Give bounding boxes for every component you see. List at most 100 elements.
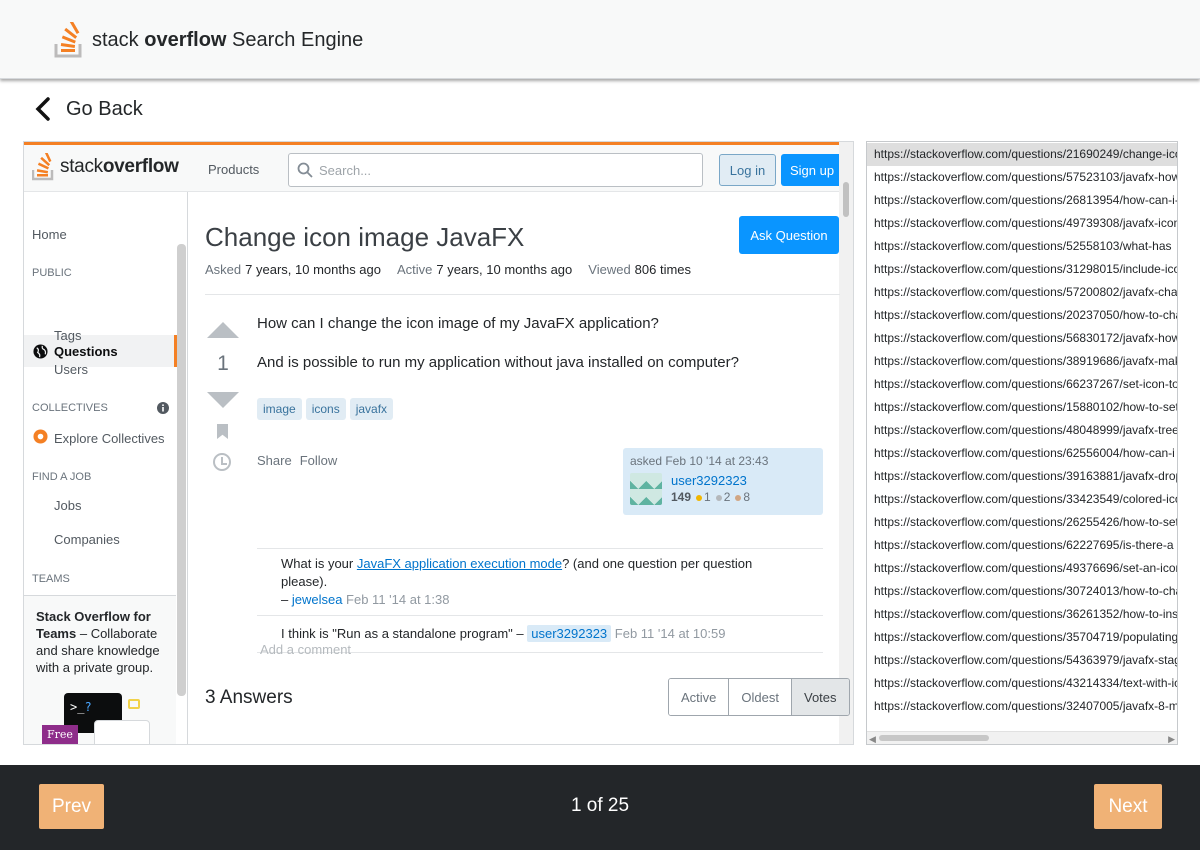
add-comment-link[interactable]: Add a comment [260, 642, 351, 657]
comment-user-link[interactable]: user3292323 [527, 625, 612, 642]
page-scrollbar[interactable] [839, 142, 853, 744]
silver-badge-icon [715, 494, 722, 501]
tag-image[interactable]: image [257, 398, 302, 420]
sidebar-item-questions[interactable]: Questions [24, 335, 177, 367]
tag-list: image icons javafx [257, 398, 394, 420]
page-indicator: 1 of 25 [570, 795, 630, 816]
app-logo[interactable]: stack overflow Search Engine [54, 22, 363, 58]
question-actions: Share Follow [257, 453, 337, 468]
downvote-arrow-icon[interactable] [207, 392, 239, 408]
viewed-key: Viewed [588, 262, 631, 277]
sidebar-item-explore-collectives[interactable]: Explore Collectives [54, 431, 165, 446]
comment-date: Feb 11 '14 at 1:38 [342, 592, 450, 607]
chevron-left-icon [35, 97, 50, 121]
sidebar-section-find-job: FIND A JOB [32, 471, 92, 483]
url-list-item[interactable]: https://stackoverflow.com/questions/3891… [867, 350, 1177, 373]
question-meta: Asked 7 years, 10 months ago Active 7 year… [205, 262, 691, 277]
url-list-item[interactable]: https://stackoverflow.com/questions/2625… [867, 511, 1177, 534]
scroll-left-icon[interactable]: ◀ [869, 734, 876, 744]
user-name-link[interactable]: user3292323 [671, 473, 750, 488]
answers-count: 3 Answers [205, 687, 293, 708]
url-list-item[interactable]: https://stackoverflow.com/questions/6222… [867, 534, 1177, 557]
history-icon[interactable] [213, 453, 231, 471]
url-list-item[interactable]: https://stackoverflow.com/questions/2023… [867, 304, 1177, 327]
sidebar-item-users[interactable]: Users [54, 362, 88, 377]
sidebar-item-home[interactable]: Home [32, 227, 67, 242]
url-list-item[interactable]: https://stackoverflow.com/questions/6623… [867, 373, 1177, 396]
signup-button[interactable]: Sign up [781, 154, 843, 186]
url-list-item[interactable]: https://stackoverflow.com/questions/3342… [867, 488, 1177, 511]
scroll-right-icon[interactable]: ▶ [1168, 734, 1175, 744]
follow-link[interactable]: Follow [300, 453, 338, 468]
teams-promo[interactable]: Stack Overflow for Teams – Collaborate a… [24, 595, 176, 744]
sidebar-item-jobs[interactable]: Jobs [54, 498, 81, 513]
sidebar-scrollbar[interactable] [177, 244, 186, 696]
ask-question-button[interactable]: Ask Question [739, 216, 839, 254]
url-list-item[interactable]: https://stackoverflow.com/questions/3916… [867, 465, 1177, 488]
card-illustration-icon [94, 720, 150, 744]
asked-value: 7 years, 10 months ago [245, 262, 381, 277]
bookmark-icon[interactable] [217, 424, 228, 439]
comment-date: Feb 11 '14 at 10:59 [611, 626, 726, 641]
url-list-item[interactable]: https://stackoverflow.com/questions/4804… [867, 419, 1177, 442]
user-reputation: 149 1 2 8 [671, 490, 751, 504]
asked-timestamp: asked Feb 10 '14 at 23:43 [630, 454, 769, 468]
url-list-item[interactable]: https://stackoverflow.com/questions/4937… [867, 557, 1177, 580]
tag-javafx[interactable]: javafx [349, 398, 394, 420]
url-list-item[interactable]: https://stackoverflow.com/questions/3129… [867, 258, 1177, 281]
url-list-item[interactable]: https://stackoverflow.com/questions/2169… [867, 143, 1177, 166]
go-back-button[interactable]: Go Back [34, 97, 143, 121]
gold-badge-icon [696, 494, 703, 501]
horizontal-scrollbar[interactable]: ◀ ▶ [867, 731, 1177, 744]
bronze-badge-icon [735, 494, 742, 501]
so-search-input[interactable]: Search... [288, 153, 703, 187]
page-scrollbar-thumb[interactable] [843, 182, 849, 217]
comment-user-link[interactable]: jewelsea [292, 592, 343, 607]
prev-button[interactable]: Prev [39, 784, 104, 829]
sort-votes-button[interactable]: Votes [791, 679, 849, 715]
vote-count: 1 [217, 352, 229, 375]
url-list-item[interactable]: https://stackoverflow.com/questions/3570… [867, 626, 1177, 649]
url-list-item[interactable]: https://stackoverflow.com/questions/5720… [867, 281, 1177, 304]
so-logo[interactable]: stackoverflow [32, 153, 179, 181]
login-button[interactable]: Log in [719, 154, 776, 186]
active-value: 7 years, 10 months ago [436, 262, 573, 277]
info-icon[interactable] [157, 402, 169, 414]
url-list-item[interactable]: https://stackoverflow.com/questions/1588… [867, 396, 1177, 419]
next-button[interactable]: Next [1094, 784, 1162, 829]
url-list-item[interactable]: https://stackoverflow.com/questions/4321… [867, 672, 1177, 695]
avatar[interactable] [630, 473, 662, 505]
url-list-item[interactable]: https://stackoverflow.com/questions/5255… [867, 235, 1177, 258]
upvote-arrow-icon[interactable] [207, 322, 239, 338]
sort-active-button[interactable]: Active [669, 679, 730, 715]
sort-oldest-button[interactable]: Oldest [729, 679, 792, 715]
url-list-item[interactable]: https://stackoverflow.com/questions/5683… [867, 327, 1177, 350]
answer-sort-tabs: Active Oldest Votes [668, 678, 850, 716]
url-list-item[interactable]: https://stackoverflow.com/questions/3626… [867, 603, 1177, 626]
url-list: https://stackoverflow.com/questions/2169… [867, 143, 1177, 718]
question-body-paragraph: How can I change the icon image of my Ja… [257, 315, 659, 332]
sidebar-section-public: PUBLIC [32, 267, 72, 279]
url-list-item[interactable]: https://stackoverflow.com/questions/5436… [867, 649, 1177, 672]
horizontal-scrollbar-thumb[interactable] [879, 735, 989, 741]
sidebar-item-tags[interactable]: Tags [54, 328, 81, 343]
tag-icons[interactable]: icons [305, 398, 346, 420]
url-list-item[interactable]: https://stackoverflow.com/questions/4973… [867, 212, 1177, 235]
question-body-paragraph: And is possible to run my application wi… [257, 354, 739, 371]
question-body: How can I change the icon image of my Ja… [257, 314, 739, 392]
url-list-item[interactable]: https://stackoverflow.com/questions/6255… [867, 442, 1177, 465]
app-logo-text: stack overflow Search Engine [92, 28, 364, 51]
url-list-item[interactable]: https://stackoverflow.com/questions/3072… [867, 580, 1177, 603]
sidebar-item-companies[interactable]: Companies [54, 532, 120, 547]
share-link[interactable]: Share [257, 453, 292, 468]
url-list-panel: https://stackoverflow.com/questions/2169… [866, 141, 1178, 745]
url-list-item[interactable]: https://stackoverflow.com/questions/5752… [867, 166, 1177, 189]
url-list-item[interactable]: https://stackoverflow.com/questions/2681… [867, 189, 1177, 212]
stack-overflow-small-logo-icon [32, 153, 54, 181]
page-preview: stackoverflow Products Search... Log in … [23, 141, 854, 745]
url-list-item[interactable]: https://stackoverflow.com/questions/3240… [867, 695, 1177, 718]
so-topbar: stackoverflow Products Search... Log in … [24, 142, 853, 192]
sidebar-section-collectives: COLLECTIVES [32, 402, 108, 414]
comment-link[interactable]: JavaFX application execution mode [357, 556, 562, 571]
products-menu[interactable]: Products [208, 162, 259, 177]
